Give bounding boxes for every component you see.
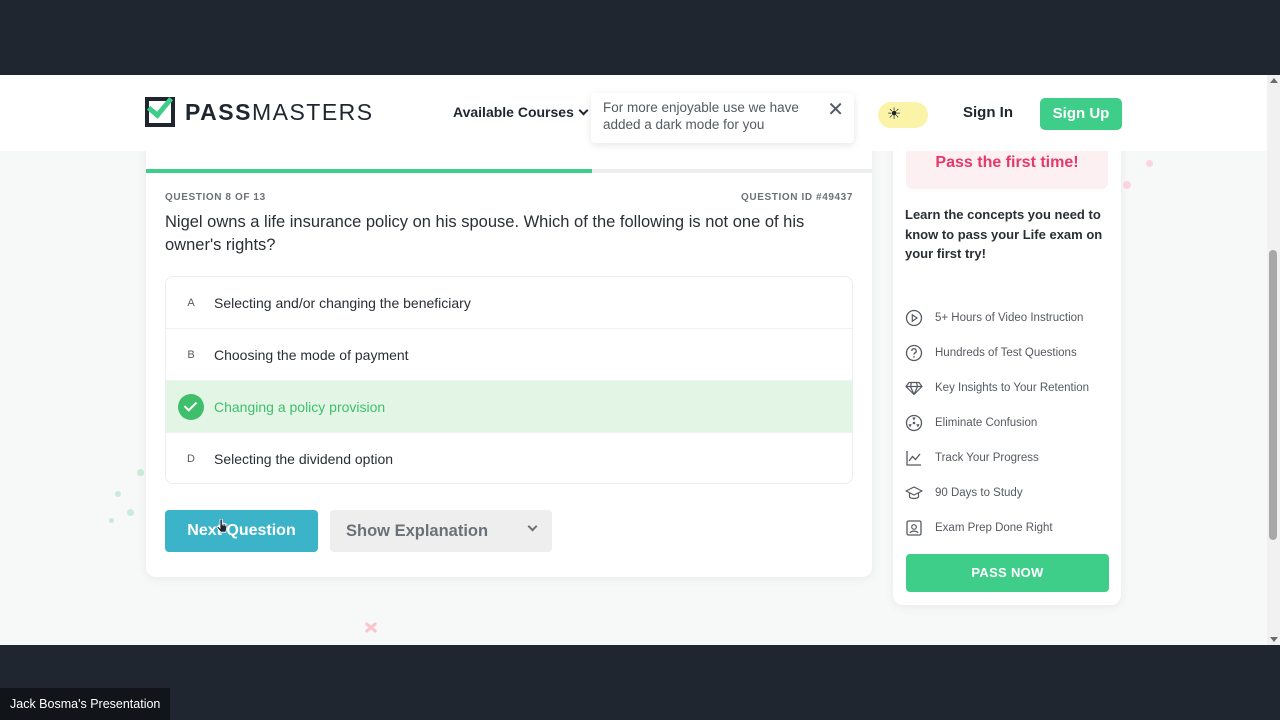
feature-list: 5+ Hours of Video Instruction Hundreds o…	[905, 300, 1089, 545]
presenter-label: Jack Bosma's Presentation	[0, 688, 171, 720]
feature-item: Track Your Progress	[905, 440, 1089, 475]
question-counter: QUESTION 8 OF 13	[165, 192, 266, 203]
scrollbar-thumb[interactable]	[1269, 250, 1277, 540]
question-circle-icon	[905, 344, 923, 362]
hand-cursor-icon	[216, 519, 228, 533]
option-text: Selecting and/or changing the beneficiar…	[214, 294, 471, 311]
next-question-button[interactable]: Next Question	[165, 510, 318, 552]
feature-label: 5+ Hours of Video Instruction	[935, 311, 1084, 324]
show-explanation-label: Show Explanation	[346, 522, 489, 540]
feature-label: Hundreds of Test Questions	[935, 346, 1077, 359]
page-scrollbar[interactable]	[1267, 75, 1280, 645]
question-text: Nigel owns a life insurance policy on hi…	[165, 213, 805, 254]
answer-option-a[interactable]: A Selecting and/or changing the benefici…	[166, 277, 852, 329]
answer-option-c[interactable]: Changing a policy provision	[166, 381, 852, 433]
close-icon[interactable]: ✕	[827, 99, 844, 121]
decor-dot	[127, 509, 134, 516]
feature-label: Exam Prep Done Right	[935, 521, 1053, 534]
question-id: QUESTION ID #49437	[741, 192, 853, 203]
play-circle-icon	[905, 309, 923, 327]
feature-label: 90 Days to Study	[935, 486, 1023, 499]
sign-in-link[interactable]: Sign In	[963, 104, 1013, 121]
image-frame-icon	[905, 519, 923, 537]
option-letter: D	[187, 453, 195, 465]
feature-item: Hundreds of Test Questions	[905, 335, 1089, 370]
option-text: Changing a policy provision	[214, 398, 386, 415]
scroll-down-arrow-icon[interactable]	[1270, 637, 1278, 642]
browser-viewport: PASSMASTERS Available Courses For more e…	[0, 75, 1280, 645]
check-circle-icon	[178, 393, 204, 420]
feature-label: Track Your Progress	[935, 451, 1039, 464]
logo-wordmark: PASSMASTERS	[185, 98, 374, 125]
option-text: Choosing the mode of payment	[214, 346, 409, 363]
option-letter: A	[187, 296, 195, 309]
feature-item: 90 Days to Study	[905, 475, 1089, 510]
toast-message: For more enjoyable use we have added a d…	[603, 100, 799, 132]
passmasters-logo[interactable]: PASSMASTERS	[145, 91, 374, 127]
sign-up-button[interactable]: Sign Up	[1040, 98, 1122, 130]
dark-mode-toggle[interactable]: ☀	[878, 102, 928, 128]
quiz-progress-fill	[146, 169, 593, 173]
decor-dot	[109, 518, 114, 523]
pass-now-button[interactable]: PASS NOW	[906, 554, 1109, 592]
feature-label: Key Insights to Your Retention	[935, 381, 1090, 394]
quiz-progress-bar	[146, 169, 872, 173]
scroll-up-arrow-icon[interactable]	[1270, 78, 1278, 83]
promo-lead-text: Learn the concepts you need to know to p…	[905, 207, 1103, 261]
decor-dot	[1123, 181, 1131, 189]
available-courses-menu[interactable]: Available Courses	[453, 104, 589, 120]
question-card: QUESTION 8 OF 13 QUESTION ID #49437 Nige…	[146, 135, 872, 577]
chart-line-icon	[905, 449, 923, 467]
diamond-icon	[905, 379, 923, 397]
feature-item: Key Insights to Your Retention	[905, 370, 1089, 405]
option-text: Selecting the dividend option	[214, 451, 394, 467]
answer-options: A Selecting and/or changing the benefici…	[165, 276, 853, 484]
decor-dot	[137, 469, 144, 476]
top-navbar: PASSMASTERS Available Courses For more e…	[0, 75, 1267, 151]
sun-icon: ☀	[886, 106, 902, 123]
feature-item: Eliminate Confusion	[905, 405, 1089, 440]
graduation-cap-icon	[905, 484, 923, 502]
feature-item: Exam Prep Done Right	[905, 510, 1089, 545]
answer-option-b[interactable]: B Choosing the mode of payment	[166, 329, 852, 381]
chevron-down-icon	[527, 521, 538, 532]
option-letter: B	[187, 348, 195, 361]
course-promo-sidebar: Pass the first time! Learn the concepts …	[893, 125, 1121, 605]
feature-item: 5+ Hours of Video Instruction	[905, 300, 1089, 335]
decor-dot	[1146, 160, 1153, 167]
hazard-icon	[905, 414, 923, 432]
feature-label: Eliminate Confusion	[935, 416, 1038, 429]
decor-dot	[115, 491, 121, 497]
answer-option-d[interactable]: D Selecting the dividend option	[166, 433, 852, 483]
dark-mode-toast: For more enjoyable use we have added a d…	[591, 93, 854, 143]
chevron-down-icon	[578, 105, 589, 115]
show-explanation-button[interactable]: Show Explanation	[330, 510, 552, 552]
available-courses-label: Available Courses	[453, 104, 574, 120]
logo-checkbox-icon	[145, 91, 175, 127]
